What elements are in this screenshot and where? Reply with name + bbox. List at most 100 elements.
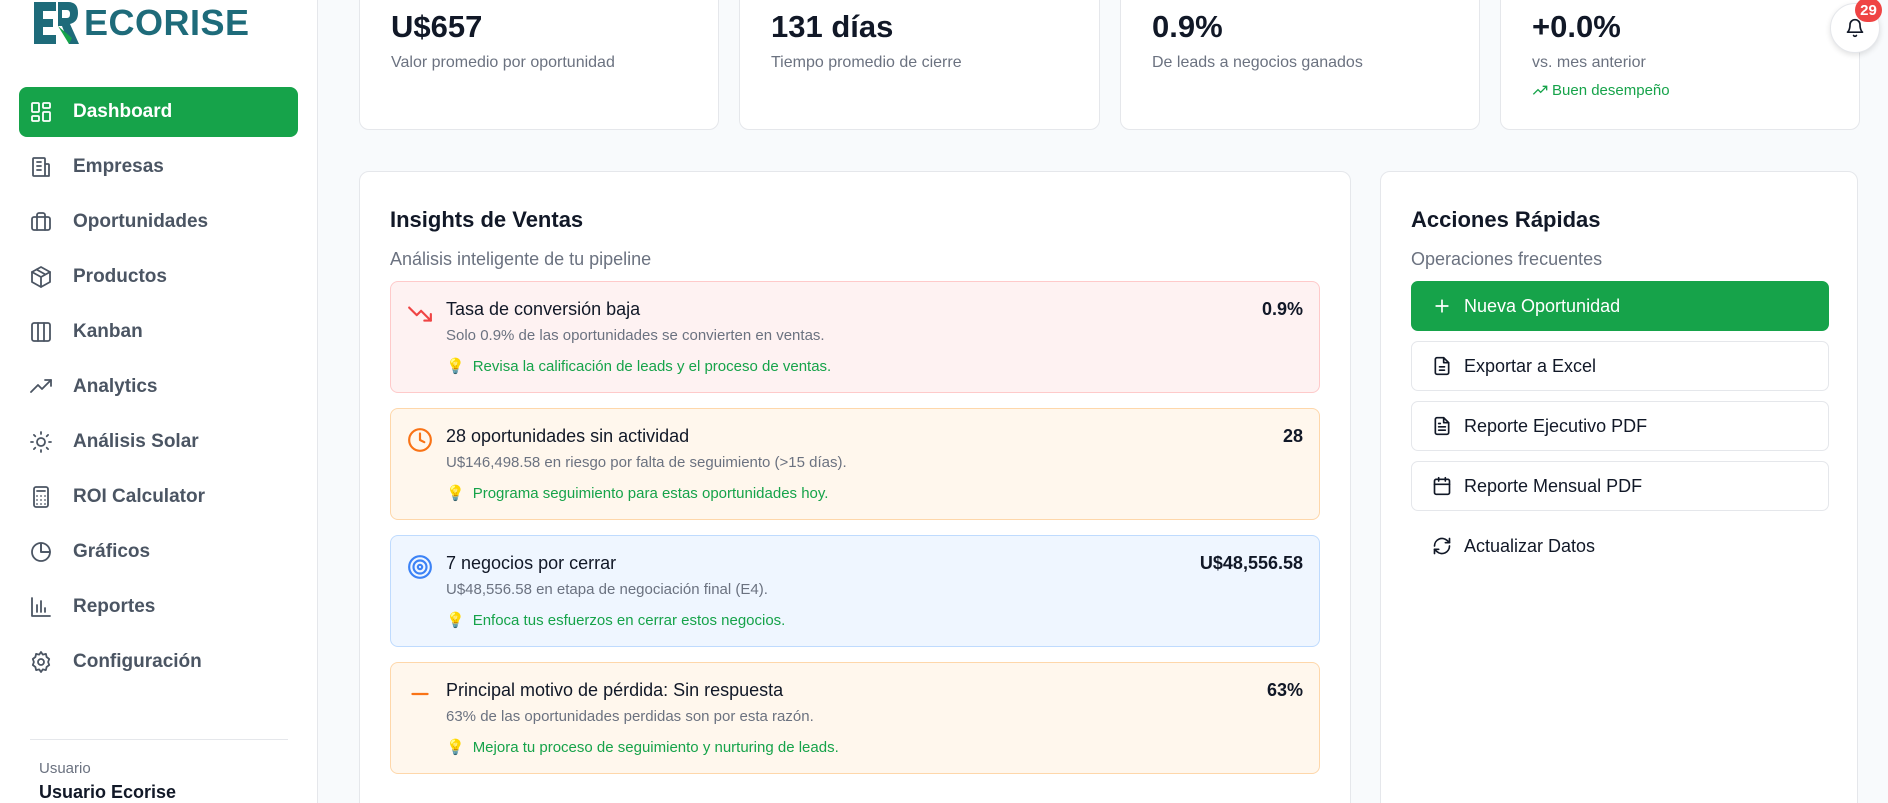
stat-label: Tiempo promedio de cierre (771, 54, 962, 72)
stat-value: 0.9% (1152, 9, 1223, 44)
button-label: Reporte Mensual PDF (1464, 475, 1643, 496)
insight-tip: 💡 Enfoca tus esfuerzos en cerrar estos ne… (446, 611, 785, 629)
panel-subtitle: Análisis inteligente de tu pipeline (390, 249, 652, 269)
insight-value: 0.9% (1261, 299, 1303, 319)
insight-title: Tasa de conversión baja (446, 299, 641, 319)
insight-value: 28 (1282, 426, 1303, 446)
sidebar-nav: Dashboard Empresas Oportunidades Product… (19, 87, 298, 692)
insight-card-loss-reason[interactable]: Principal motivo de pérdida: Sin respues… (390, 662, 1320, 774)
insight-description: U$146,498.58 en riesgo por falta de segu… (446, 454, 847, 471)
panel-title: Insights de Ventas (390, 207, 584, 232)
button-label: Actualizar Datos (1464, 535, 1596, 556)
trending-up-icon (1532, 85, 1548, 95)
sidebar-item-reportes[interactable]: Reportes (19, 582, 298, 632)
insight-description: U$48,556.58 en etapa de negociación fina… (446, 581, 768, 598)
sidebar-item-label: Configuración (73, 651, 202, 672)
stat-card-avg-value: U$657 Valor promedio por oportunidad (359, 0, 719, 130)
pie-chart-icon (29, 540, 53, 564)
insight-tip-text: Mejora tu proceso de seguimiento y nurtu… (472, 739, 839, 756)
user-role: Usuario (39, 760, 91, 777)
package-icon (29, 265, 53, 289)
insight-title: 28 oportunidades sin actividad (446, 426, 690, 446)
sidebar-item-graficos[interactable]: Gráficos (19, 527, 298, 577)
ecorise-logo-mark-icon (32, 0, 80, 46)
sun-icon (29, 430, 53, 454)
briefcase-icon (29, 210, 53, 234)
refresh-data-button[interactable]: Actualizar Datos (1411, 521, 1829, 571)
sidebar-item-dashboard[interactable]: Dashboard (19, 87, 298, 137)
stat-card-close-time: 131 días Tiempo promedio de cierre (739, 0, 1100, 130)
stat-value: +0.0% (1532, 9, 1621, 44)
sidebar-item-oportunidades[interactable]: Oportunidades (19, 197, 298, 247)
insight-card-conversion[interactable]: Tasa de conversión baja 0.9% Solo 0.9% d… (390, 281, 1320, 393)
insight-tip-text: Programa seguimiento para estas oportuni… (472, 485, 829, 502)
panel-title: Acciones Rápidas (1411, 207, 1601, 232)
stat-trend-label: Buen desempeño (1552, 82, 1670, 100)
trending-up-icon (29, 375, 53, 399)
button-label: Nueva Oportunidad (1464, 295, 1621, 316)
clock-icon (407, 427, 433, 453)
building-icon (29, 155, 53, 179)
calendar-icon (1433, 476, 1451, 496)
export-excel-button[interactable]: Exportar a Excel (1411, 341, 1829, 391)
sidebar-item-kanban[interactable]: Kanban (19, 307, 298, 357)
stat-card-conversion: 0.9% De leads a negocios ganados (1120, 0, 1480, 130)
insight-description: 63% de las oportunidades perdidas son po… (446, 708, 814, 725)
sidebar-item-roi-calculator[interactable]: ROI Calculator (19, 472, 298, 522)
insight-tip-text: Enfoca tus esfuerzos en cerrar estos neg… (472, 612, 786, 629)
brand-logo[interactable]: ECORISE (32, 0, 250, 46)
insight-title: 7 negocios por cerrar (446, 553, 617, 573)
sidebar-item-productos[interactable]: Productos (19, 252, 298, 302)
monthly-report-pdf-button[interactable]: Reporte Mensual PDF (1411, 461, 1829, 511)
stat-label: vs. mes anterior (1532, 54, 1646, 72)
insight-value: U$48,556.58 (1199, 553, 1303, 573)
brand-name: ECORISE (84, 2, 250, 43)
refresh-icon (1433, 537, 1451, 555)
sidebar: ECORISE Dashboard Empresas Oportunidades… (0, 0, 318, 803)
stat-value: U$657 (391, 9, 483, 44)
plus-icon (1435, 299, 1449, 313)
new-opportunity-button[interactable]: Nueva Oportunidad (1411, 281, 1829, 331)
file-icon (1434, 356, 1450, 376)
insight-tip: 💡 Revisa la calificación de leads y el pr… (446, 357, 831, 375)
stat-label: Valor promedio por oportunidad (391, 54, 615, 72)
lightbulb-icon: 💡 (446, 739, 465, 756)
target-icon (407, 554, 433, 580)
lightbulb-icon: 💡 (446, 485, 465, 502)
sidebar-item-label: Oportunidades (73, 211, 209, 232)
insight-card-inactive[interactable]: 28 oportunidades sin actividad 28 U$146,… (390, 408, 1320, 520)
panel-subtitle: Operaciones frecuentes (1411, 249, 1603, 269)
lightbulb-icon: 💡 (446, 358, 465, 375)
stat-label: De leads a negocios ganados (1152, 54, 1363, 72)
stat-value: 131 días (771, 9, 894, 44)
notification-count-badge: 29 (1855, 0, 1882, 22)
insight-tip: 💡 Programa seguimiento para estas oportun… (446, 484, 828, 502)
bar-chart-icon (29, 595, 53, 619)
kanban-columns-icon (29, 320, 53, 344)
sidebar-item-label: Análisis Solar (73, 431, 199, 452)
settings-gear-icon (29, 650, 53, 674)
minus-icon (407, 681, 433, 707)
insight-description: Solo 0.9% de las oportunidades se convie… (446, 327, 825, 344)
trending-down-icon (407, 300, 433, 326)
sidebar-item-label: Productos (73, 266, 167, 287)
insight-value: 63% (1266, 680, 1303, 700)
sidebar-item-label: Analytics (73, 376, 158, 397)
button-label: Exportar a Excel (1464, 355, 1597, 376)
file-text-icon (1434, 416, 1450, 436)
stat-card-monthly-change: +0.0% vs. mes anterior Buen desempeño (1500, 0, 1860, 130)
sidebar-item-empresas[interactable]: Empresas (19, 142, 298, 192)
insight-title: Principal motivo de pérdida: Sin respues… (446, 680, 784, 700)
user-name[interactable]: Usuario Ecorise (39, 782, 176, 803)
sidebar-item-label: Reportes (73, 596, 156, 617)
sidebar-item-analisis-solar[interactable]: Análisis Solar (19, 417, 298, 467)
executive-report-pdf-button[interactable]: Reporte Ejecutivo PDF (1411, 401, 1829, 451)
sidebar-item-label: Dashboard (73, 101, 173, 122)
sidebar-item-analytics[interactable]: Analytics (19, 362, 298, 412)
stat-trend: Buen desempeño (1532, 82, 1828, 99)
insight-card-closing[interactable]: 7 negocios por cerrar U$48,556.58 U$48,5… (390, 535, 1320, 647)
dashboard-grid-icon (29, 100, 53, 124)
calculator-icon (29, 485, 53, 509)
sidebar-item-configuracion[interactable]: Configuración (19, 637, 298, 687)
lightbulb-icon: 💡 (446, 612, 465, 629)
